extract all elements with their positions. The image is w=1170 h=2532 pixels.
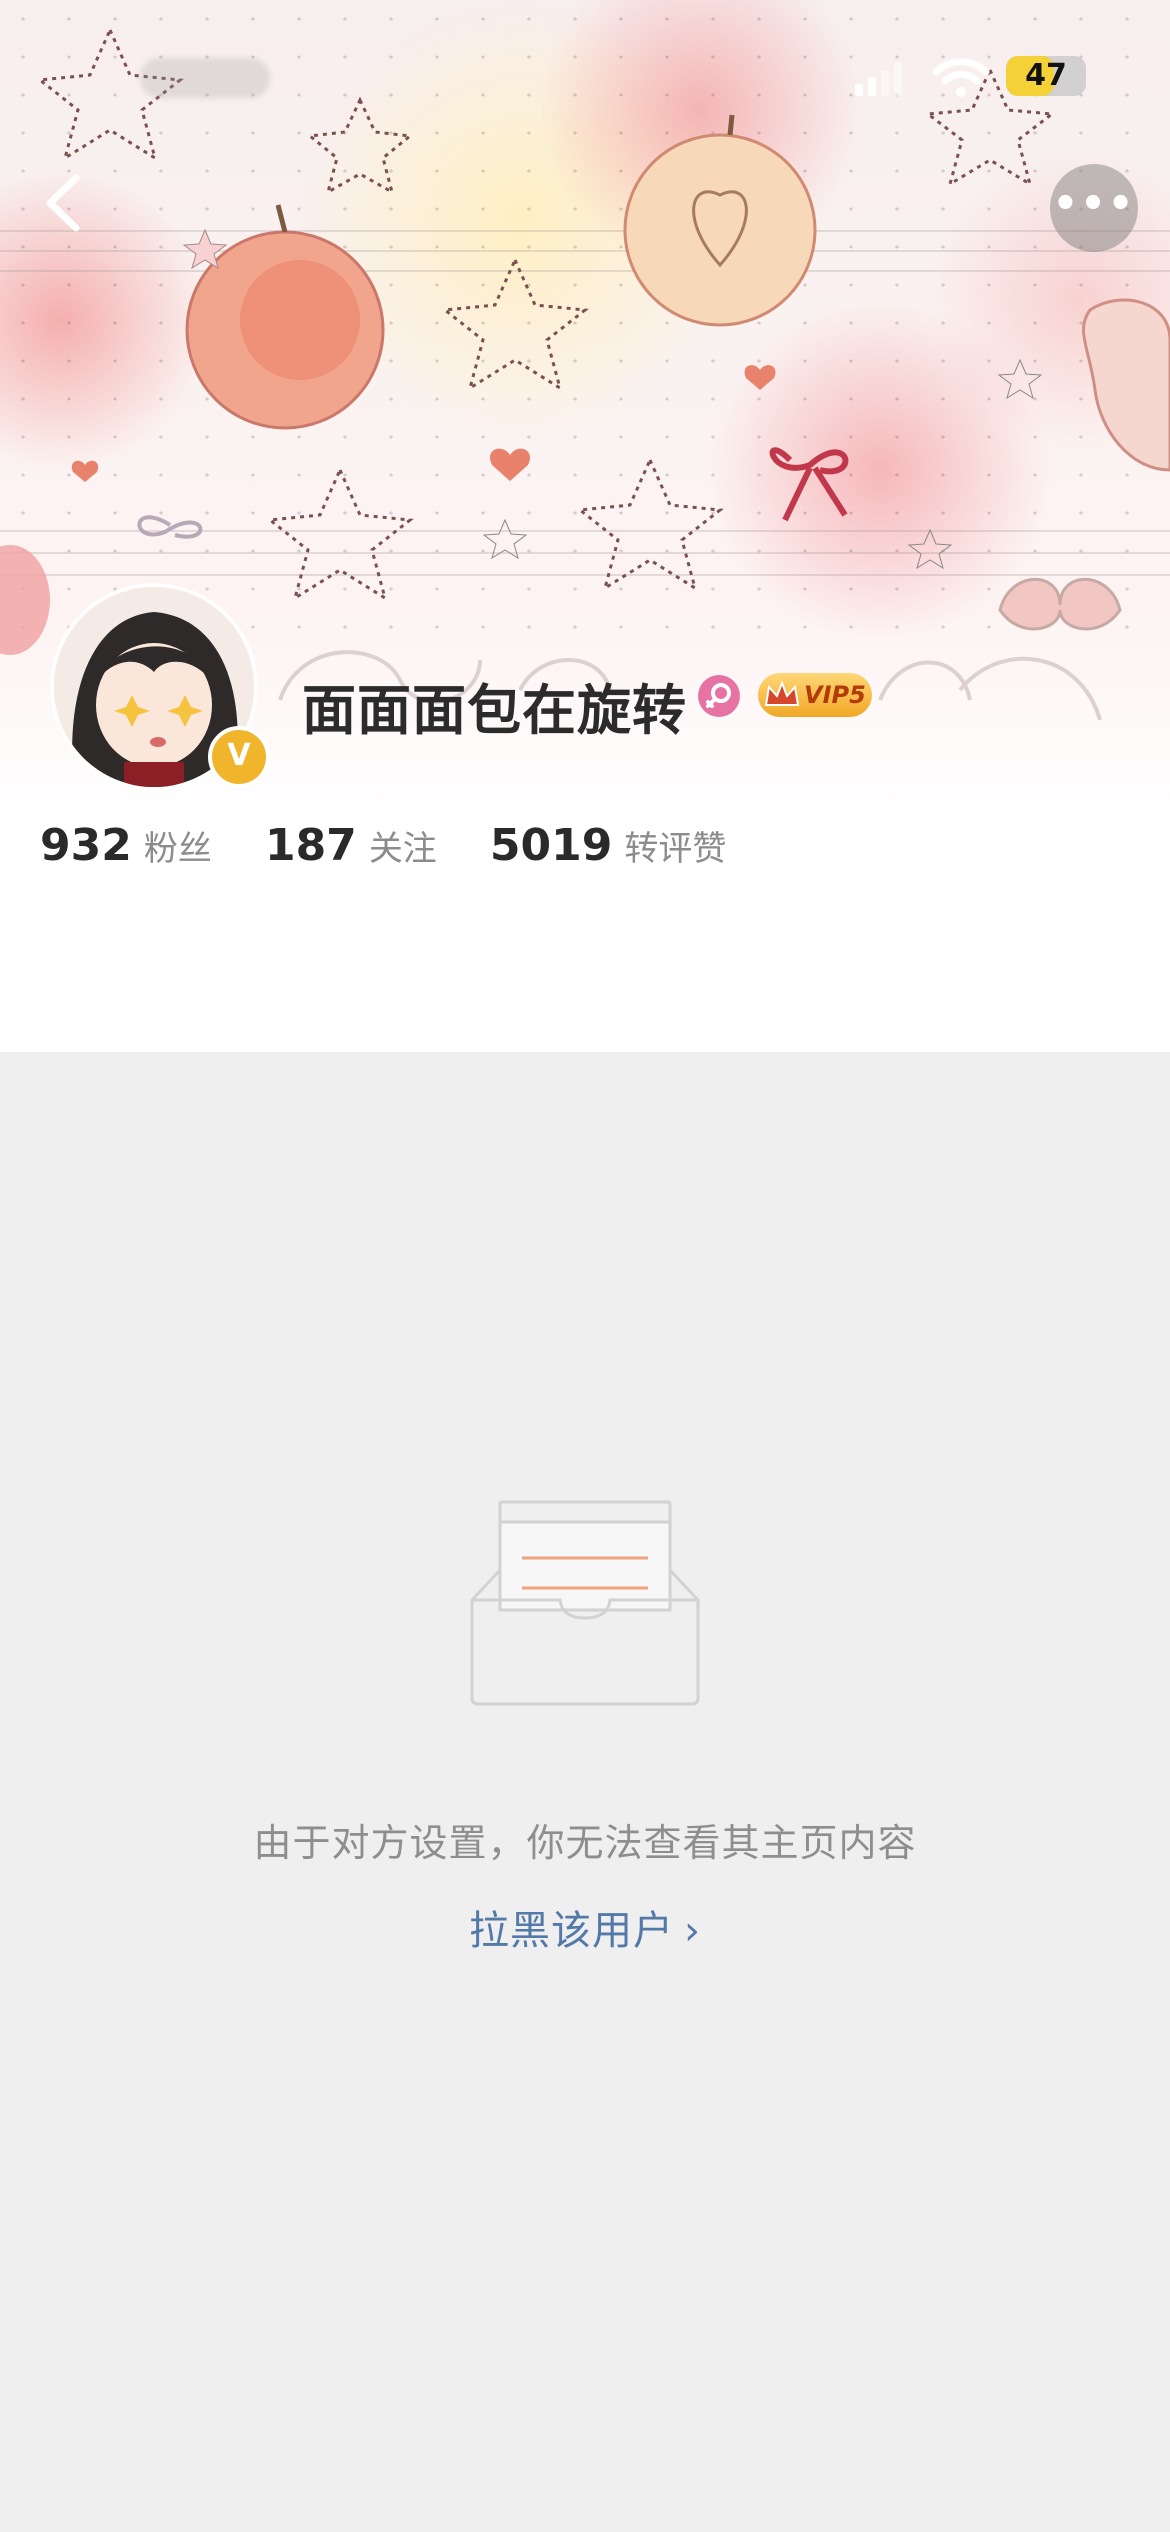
wifi-icon — [932, 58, 990, 97]
ornament-decoration — [998, 577, 1122, 631]
status-bar: 47 — [0, 0, 1170, 150]
empty-inbox-icon — [470, 1500, 700, 1706]
verified-badge-icon: V — [208, 726, 270, 788]
apple-illustration — [185, 204, 385, 430]
status-time-blurred — [140, 58, 270, 98]
apple-illustration — [1082, 298, 1170, 472]
stat-value: 5019 — [489, 820, 613, 871]
female-icon — [698, 675, 740, 717]
avatar-frame[interactable]: V — [40, 578, 270, 791]
ribbon-decoration — [137, 515, 203, 539]
profile-stats: 932 粉丝 187 关注 5019 转评赞 — [40, 820, 774, 880]
more-options-button[interactable]: ••• — [1050, 164, 1138, 252]
chevron-left-icon[interactable] — [30, 168, 100, 238]
battery-indicator: 47 — [1006, 56, 1086, 96]
gender-symbol — [706, 683, 731, 708]
more-icon: ••• — [1052, 181, 1136, 227]
stat-following[interactable]: 187 关注 — [265, 820, 437, 871]
cellular-signal-icon — [855, 62, 902, 96]
heart-decorations — [71, 365, 776, 482]
battery-percentage: 47 — [1025, 58, 1067, 93]
crown-icon — [764, 680, 800, 706]
chevron-right-icon: › — [684, 1908, 701, 1954]
profile-header: 47 ••• V 面面面包在旋转 VIP5 932 粉丝 187 关注 5019… — [0, 0, 1170, 1052]
vip-badge[interactable]: VIP5 — [758, 673, 872, 717]
username: 面面面包在旋转 — [302, 679, 687, 742]
vip-level: VIP5 — [804, 681, 866, 709]
block-user-label: 拉黑该用户 — [469, 1908, 674, 1954]
stat-followers[interactable]: 932 粉丝 — [40, 820, 212, 871]
ribbon-decoration — [769, 447, 849, 522]
restricted-content-message: 由于对方设置，你无法查看其主页内容 — [253, 1821, 917, 1865]
stat-interactions[interactable]: 5019 转评赞 — [490, 820, 726, 871]
stat-label: 粉丝 — [143, 829, 212, 869]
block-user-link[interactable]: 拉黑该用户 › — [0, 1898, 1170, 1956]
stat-value: 932 — [40, 820, 132, 871]
stat-value: 187 — [264, 820, 357, 871]
stat-label: 转评赞 — [624, 829, 727, 869]
stat-label: 关注 — [368, 829, 437, 869]
